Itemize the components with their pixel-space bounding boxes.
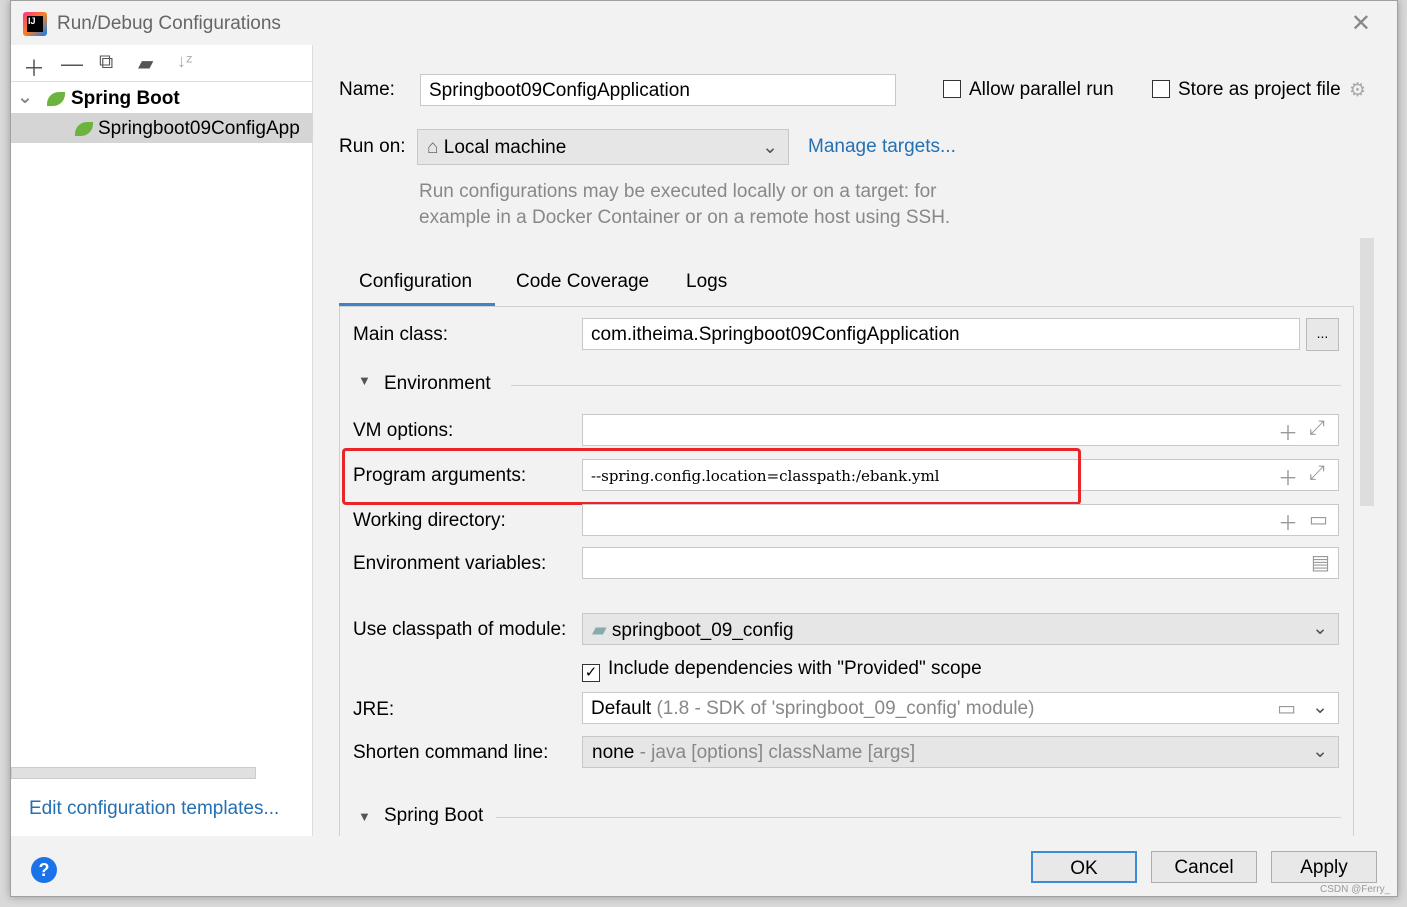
checkbox-icon[interactable]: [943, 80, 961, 98]
spring-boot-section[interactable]: Spring Boot: [384, 805, 483, 827]
divider: [511, 385, 1341, 386]
remove-icon[interactable]: —: [61, 51, 83, 77]
working-directory-input[interactable]: [582, 504, 1339, 536]
edit-templates-link[interactable]: Edit configuration templates...: [29, 798, 279, 820]
tree-item-config[interactable]: Springboot09ConfigApp: [11, 113, 313, 143]
jre-hint: (1.8 - SDK of 'springboot_09_config' mod…: [656, 698, 1035, 719]
home-icon: ⌂: [427, 137, 439, 158]
run-on-label: Run on:: [339, 136, 406, 157]
sort-icon[interactable]: ↓ᶻ: [177, 51, 192, 72]
copy-icon[interactable]: ⧉: [99, 51, 113, 74]
tab-configuration[interactable]: Configuration: [359, 271, 472, 293]
dialog-title: Run/Debug Configurations: [57, 13, 281, 34]
name-label: Name:: [339, 79, 395, 100]
checkbox-icon[interactable]: [1152, 80, 1170, 98]
collapse-triangle-icon[interactable]: ▼: [358, 809, 371, 824]
working-directory-label: Working directory:: [353, 510, 506, 531]
environment-section[interactable]: Environment: [384, 373, 491, 395]
watermark: CSDN @Ferry_: [1320, 884, 1391, 895]
tree-group-spring-boot[interactable]: ⌄ Spring Boot: [11, 81, 313, 113]
add-icon[interactable]: ＋: [23, 51, 45, 83]
name-input[interactable]: Springboot09ConfigApplication: [420, 74, 896, 106]
environment-variables-input[interactable]: [582, 547, 1339, 579]
ok-button[interactable]: OK: [1031, 851, 1137, 883]
spring-boot-icon: [47, 92, 65, 106]
document-icon[interactable]: ▤: [1311, 550, 1330, 575]
add-icon[interactable]: ＋: [1278, 462, 1298, 491]
browse-button[interactable]: ...: [1306, 318, 1339, 351]
folder-icon[interactable]: ▭: [1309, 507, 1328, 532]
tree-item-label: Springboot09ConfigApp: [98, 118, 300, 139]
main-class-input[interactable]: com.itheima.Springboot09ConfigApplicatio…: [582, 318, 1300, 350]
folder-icon[interactable]: ▭: [1277, 696, 1296, 721]
close-icon[interactable]: ✕: [1351, 9, 1371, 38]
tab-code-coverage[interactable]: Code Coverage: [516, 271, 649, 293]
cancel-button[interactable]: Cancel: [1151, 851, 1257, 883]
vertical-scrollbar[interactable]: [1360, 238, 1374, 506]
chevron-down-icon: ⌄: [1312, 697, 1328, 718]
add-icon[interactable]: ＋: [1278, 417, 1298, 446]
expand-icon[interactable]: ⤢: [1309, 462, 1325, 485]
jre-value: Default: [591, 698, 652, 719]
include-dependencies-label: Include dependencies with "Provided" sco…: [608, 658, 982, 679]
intellij-logo-icon: IJ: [23, 12, 47, 36]
checkbox-checked-icon[interactable]: ✓: [582, 664, 600, 682]
spring-boot-icon: [75, 122, 93, 136]
gear-icon[interactable]: ⚙: [1349, 79, 1366, 102]
new-folder-icon[interactable]: ▰: [138, 51, 153, 76]
store-project-checkbox[interactable]: Store as project file: [1152, 79, 1341, 101]
shorten-command-line-dropdown[interactable]: none - java [options] className [args] ⌄: [582, 736, 1339, 768]
collapse-triangle-icon[interactable]: ▼: [358, 373, 371, 388]
expand-icon[interactable]: ⤢: [1309, 417, 1325, 440]
shorten-hint: - java [options] className [args]: [639, 742, 916, 763]
apply-button[interactable]: Apply: [1271, 851, 1377, 883]
run-on-value: Local machine: [443, 137, 567, 158]
jre-label: JRE:: [353, 699, 395, 720]
allow-parallel-checkbox[interactable]: Allow parallel run: [943, 79, 1114, 101]
chevron-down-icon[interactable]: ⌄: [17, 86, 33, 109]
jre-dropdown[interactable]: Default (1.8 - SDK of 'springboot_09_con…: [582, 692, 1339, 724]
include-dependencies-checkbox[interactable]: ✓ Include dependencies with "Provided" sc…: [582, 658, 982, 682]
chevron-down-icon: ⌄: [1312, 618, 1328, 639]
config-tree-panel: ＋ — ⧉ ▰ ↓ᶻ ⌄ Spring Boot Springboot09Con…: [11, 45, 313, 836]
shorten-command-line-label: Shorten command line:: [353, 742, 549, 763]
manage-targets-link[interactable]: Manage targets...: [808, 136, 956, 158]
run-hint-line2: example in a Docker Container or on a re…: [419, 207, 951, 228]
run-on-dropdown[interactable]: ⌂ Local machine ⌄: [417, 129, 789, 165]
highlight-box: [342, 448, 1081, 505]
help-icon[interactable]: ?: [31, 857, 57, 883]
classpath-module-label: Use classpath of module:: [353, 619, 567, 640]
module-folder-icon: ▰: [592, 620, 607, 641]
shorten-value: none: [592, 742, 635, 763]
allow-parallel-label: Allow parallel run: [969, 79, 1114, 100]
run-debug-dialog: IJ Run/Debug Configurations ✕ ＋ — ⧉ ▰ ↓ᶻ…: [10, 0, 1398, 897]
run-hint-line1: Run configurations may be executed local…: [419, 181, 937, 202]
tree-group-label: Spring Boot: [71, 88, 180, 109]
main-class-label: Main class:: [353, 324, 449, 345]
horizontal-scrollbar[interactable]: [11, 767, 256, 779]
add-icon[interactable]: ＋: [1278, 507, 1298, 536]
classpath-module-value: springboot_09_config: [611, 620, 794, 641]
vm-options-label: VM options:: [353, 420, 454, 441]
tab-logs[interactable]: Logs: [686, 271, 727, 293]
environment-variables-label: Environment variables:: [353, 553, 547, 574]
classpath-module-dropdown[interactable]: ▰ springboot_09_config ⌄: [582, 613, 1339, 645]
vm-options-input[interactable]: [582, 414, 1339, 446]
chevron-down-icon: ⌄: [762, 137, 778, 158]
divider: [496, 817, 1341, 818]
chevron-down-icon: ⌄: [1312, 741, 1328, 762]
store-project-label: Store as project file: [1178, 79, 1341, 100]
